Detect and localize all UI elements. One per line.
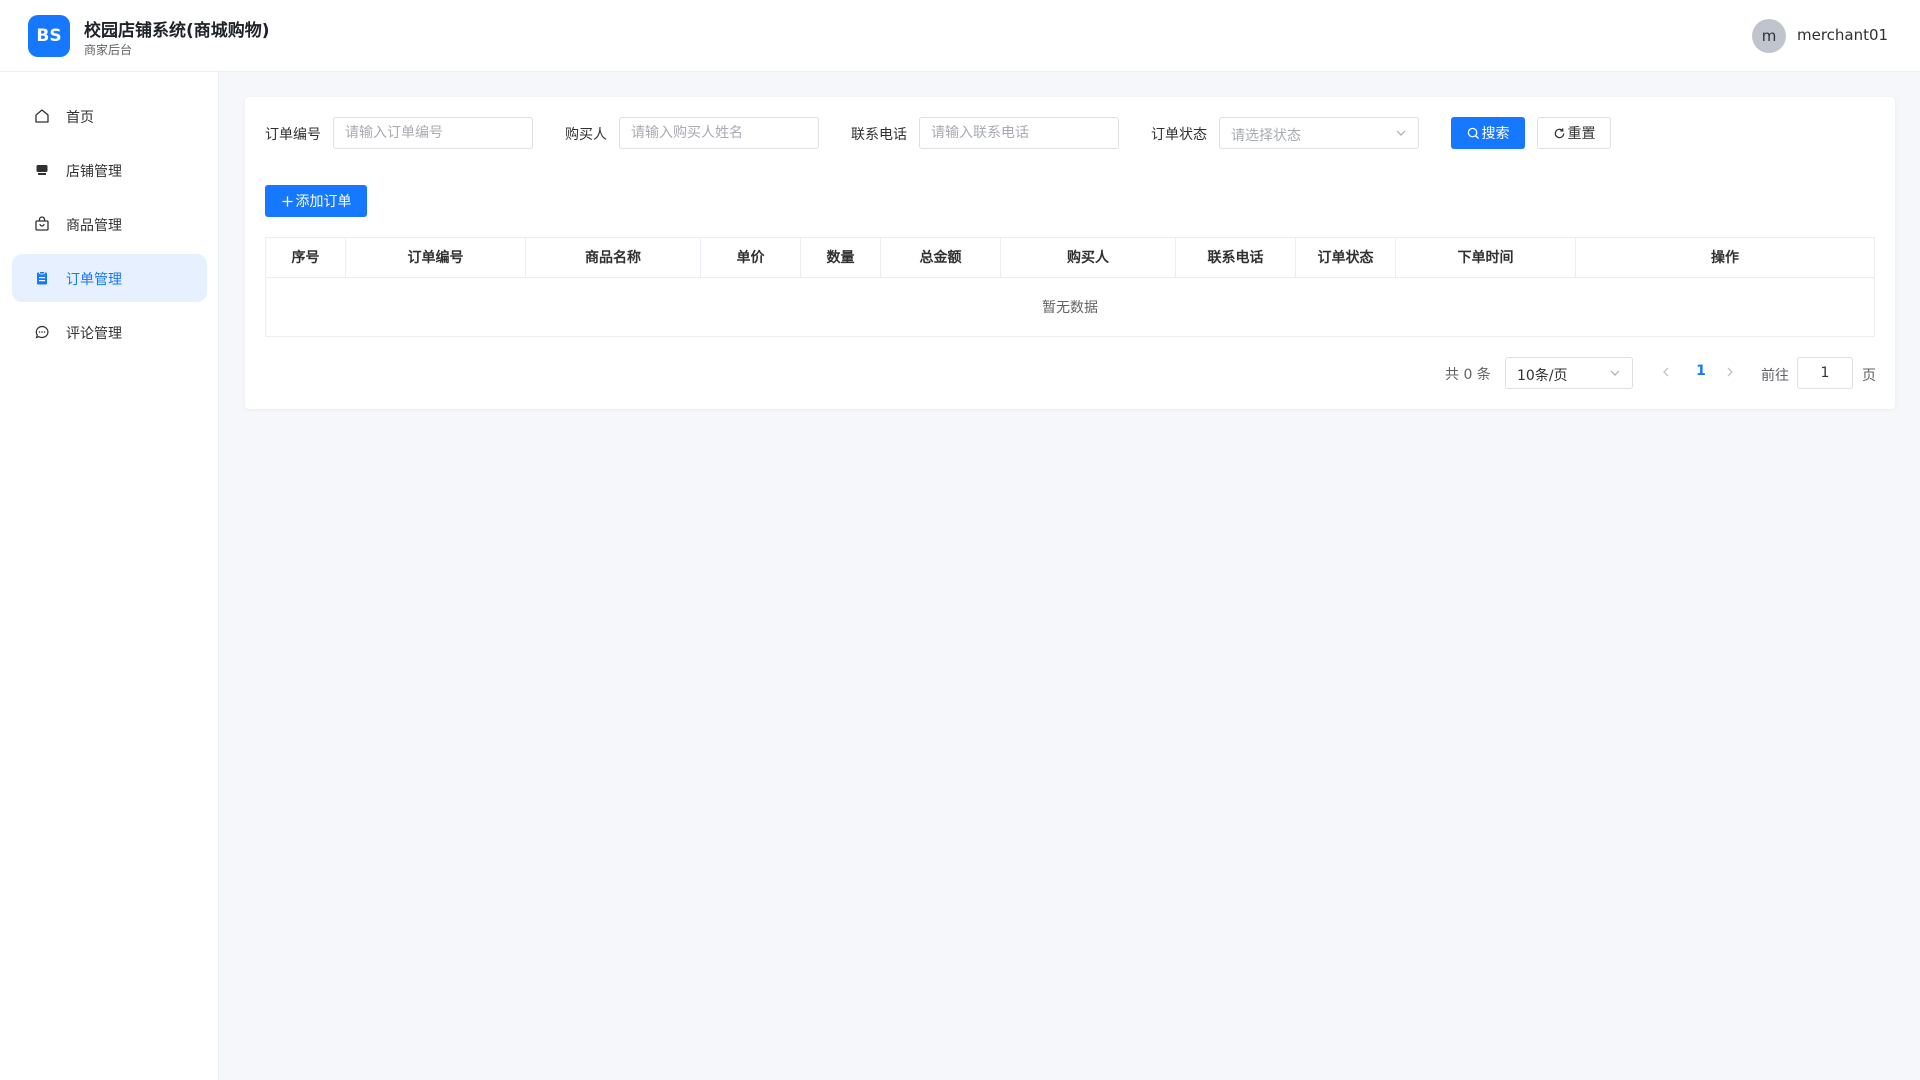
home-icon [35,109,49,123]
reset-button[interactable]: 重置 [1537,117,1611,149]
search-icon [1467,127,1479,139]
username[interactable]: merchant01 [1797,26,1888,44]
sidebar-item-orders[interactable]: 订单管理 [12,254,207,302]
refresh-icon [1554,127,1564,138]
sidebar-item-label: 首页 [66,110,94,126]
column-header[interactable]: 商品名称 [526,238,701,278]
page-size-select[interactable]: 10条/页 [1505,357,1633,389]
chevron-down-icon [1396,130,1406,136]
pagination-page-current[interactable]: 1 [1690,363,1712,379]
comment-icon [35,325,49,339]
add-order-button[interactable]: 添加订单 [265,185,367,217]
goto-page-input[interactable] [1797,357,1853,389]
page-suffix-label: 页 [1862,368,1876,384]
column-header[interactable]: 订单状态 [1296,238,1396,278]
order-no-input[interactable] [333,117,533,149]
sidebar-item-store[interactable]: 店铺管理 [12,146,207,194]
orders-table: 序号 订单编号 商品名称 单价 数量 总金额 购买人 联系电话 订单状态 下单时… [265,237,1875,337]
sidebar-item-comments[interactable]: 评论管理 [12,308,207,356]
sidebar-item-home[interactable]: 首页 [12,92,207,140]
plus-icon [281,195,293,207]
column-header[interactable]: 数量 [801,238,881,278]
page-size-value: 10条/页 [1517,368,1568,384]
column-header[interactable]: 购买人 [1001,238,1176,278]
chevron-down-icon [1610,370,1620,376]
order-no-label: 订单编号 [265,127,321,143]
buyer-label: 购买人 [565,127,607,143]
app-logo: BS [28,15,70,57]
status-label: 订单状态 [1151,127,1207,143]
phone-input[interactable] [919,117,1119,149]
app-subtitle: 商家后台 [84,43,133,57]
clipboard-icon [37,271,47,285]
status-select[interactable]: 请选择状态 [1219,117,1419,149]
table-empty-state: 暂无数据 [1042,300,1098,316]
column-header[interactable]: 序号 [266,238,346,278]
column-header[interactable]: 单价 [701,238,801,278]
goto-label: 前往 [1761,368,1789,384]
status-select-placeholder: 请选择状态 [1231,128,1301,144]
column-header[interactable]: 总金额 [881,238,1001,278]
search-button[interactable]: 搜索 [1451,117,1525,149]
column-header[interactable]: 操作 [1576,238,1874,278]
order-list-card: 订单编号 购买人 联系电话 订单状态 请选择状态 搜索 重置 添加订单 序号 [245,97,1895,409]
search-button-label: 搜索 [1481,126,1510,142]
shopping-bag-icon [35,216,49,231]
user-avatar[interactable]: m [1752,19,1786,53]
pagination-total: 共 0 条 [1445,367,1491,383]
sidebar-item-products[interactable]: 商品管理 [12,200,207,248]
sidebar-item-label: 店铺管理 [66,164,122,180]
sidebar-item-label: 订单管理 [66,272,122,288]
table-header: 序号 订单编号 商品名称 单价 数量 总金额 购买人 联系电话 订单状态 下单时… [266,238,1874,278]
store-icon [36,165,48,175]
phone-label: 联系电话 [851,127,907,143]
top-header: BS 校园店铺系统(商城购物) 商家后台 m merchant01 [0,0,1920,72]
add-order-button-label: 添加订单 [295,194,352,210]
app-title: 校园店铺系统(商城购物) [84,21,270,41]
sidebar-item-label: 评论管理 [66,326,122,342]
column-header[interactable]: 订单编号 [346,238,526,278]
sidebar-item-label: 商品管理 [66,218,122,234]
column-header[interactable]: 下单时间 [1396,238,1576,278]
column-header[interactable]: 联系电话 [1176,238,1296,278]
next-page-icon[interactable] [1722,363,1738,381]
sidebar: 首页 店铺管理 商品管理 订单管理 评论管理 [0,72,219,1080]
prev-page-icon[interactable] [1658,363,1674,381]
reset-button-label: 重置 [1567,126,1596,142]
buyer-input[interactable] [619,117,819,149]
